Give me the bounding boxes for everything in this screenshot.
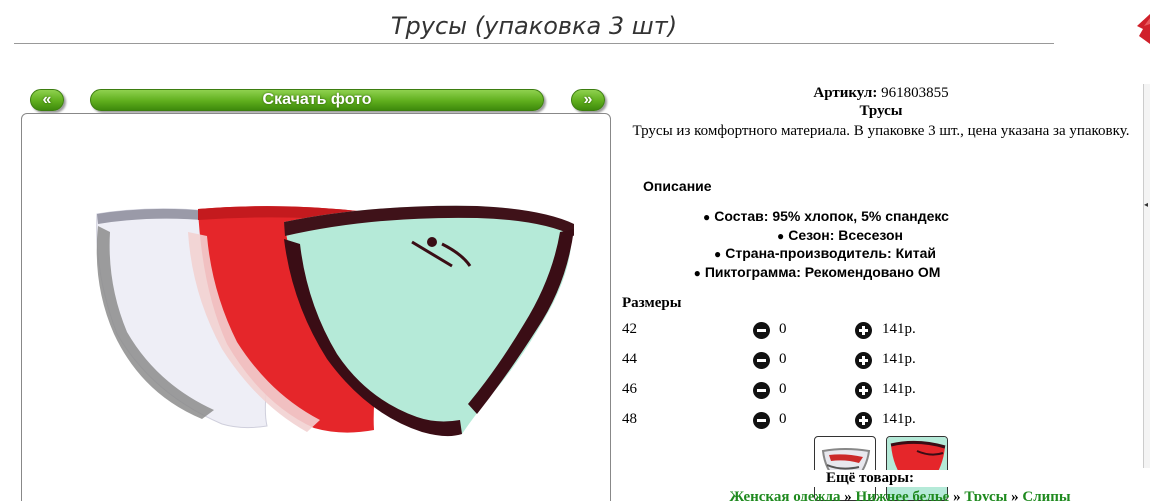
- bullet-icon: ●: [703, 210, 711, 224]
- size-label: 44: [622, 351, 637, 367]
- title-divider: [14, 43, 1054, 44]
- feature-text: Состав: 95% хлопок, 5% спандекс: [714, 208, 949, 224]
- breadcrumb-separator: »: [844, 489, 852, 501]
- bullet-icon: ●: [693, 265, 701, 280]
- page-title: Трусы (упаковка 3 шт): [390, 12, 678, 40]
- next-photo-button[interactable]: »: [571, 89, 605, 111]
- feature-text: Страна-производитель: Китай: [725, 245, 936, 261]
- scrollbar[interactable]: [1143, 84, 1150, 468]
- feature-item: ● Пиктограмма: Рекомендовано ОМ: [622, 264, 1140, 283]
- feature-list: ● Состав: 95% хлопок, 5% спандекс ● Сезон:…: [622, 208, 1140, 282]
- description-heading: Описание: [643, 178, 712, 194]
- size-label: 42: [622, 321, 637, 337]
- quantity-value: 0: [779, 351, 787, 367]
- size-label: 46: [622, 381, 637, 397]
- sku-value: 961803855: [881, 85, 949, 101]
- product-name: Трусы: [859, 103, 903, 119]
- plus-icon[interactable]: [855, 322, 872, 339]
- scroll-arrow-icon[interactable]: ◂: [1144, 200, 1148, 209]
- quantity-value: 0: [779, 381, 787, 397]
- product-image: [96, 205, 574, 437]
- breadcrumb-separator: »: [1011, 489, 1019, 501]
- breadcrumb-link[interactable]: Женская одежда: [729, 489, 840, 501]
- plus-icon[interactable]: [855, 412, 872, 429]
- feature-item: ● Страна-производитель: Китай: [622, 245, 1140, 264]
- price-value: 141р.: [882, 321, 916, 337]
- feature-item: ● Состав: 95% хлопок, 5% спандекс: [622, 208, 1140, 227]
- price-value: 141р.: [882, 381, 916, 397]
- breadcrumb-separator: »: [953, 489, 961, 501]
- size-row: 44 0 141р.: [622, 351, 1022, 371]
- sizes-heading: Размеры: [622, 295, 682, 311]
- plus-icon[interactable]: [855, 352, 872, 369]
- more-products-heading: Ещё товары:: [770, 470, 970, 487]
- size-row: 42 0 141р.: [622, 321, 1022, 341]
- sku-line: Артикул: 961803855: [622, 85, 1140, 102]
- price-value: 141р.: [882, 351, 916, 367]
- minus-icon[interactable]: [753, 322, 770, 339]
- size-label: 48: [622, 411, 637, 427]
- feature-text: Сезон: Всесезон: [788, 226, 903, 243]
- minus-icon[interactable]: [753, 382, 770, 399]
- quantity-value: 0: [779, 411, 787, 427]
- product-info: Артикул: 961803855 Трусы Трусы из комфор…: [622, 85, 1140, 142]
- bullet-icon: ●: [714, 247, 722, 261]
- prev-photo-button[interactable]: «: [30, 89, 64, 111]
- download-photo-button[interactable]: Скачать фото: [90, 89, 544, 111]
- quantity-value: 0: [779, 321, 787, 337]
- breadcrumb-link[interactable]: Слипы: [1022, 489, 1070, 501]
- breadcrumb: Женская одежда » Нижнее белье » Трусы » …: [700, 489, 1100, 501]
- product-description: Трусы из комфортного материала. В упаков…: [632, 123, 1130, 139]
- sku-label: Артикул:: [813, 85, 878, 101]
- feature-text: Пиктограмма: Рекомендовано ОМ: [704, 263, 941, 280]
- product-photo[interactable]: [21, 113, 611, 501]
- minus-icon[interactable]: [753, 412, 770, 429]
- bullet-icon: ●: [776, 228, 785, 243]
- price-value: 141р.: [882, 411, 916, 427]
- feature-item: ● Сезон: Всесезон: [622, 227, 1140, 246]
- plus-icon[interactable]: [855, 382, 872, 399]
- size-row: 48 0 141р.: [622, 411, 1022, 431]
- size-row: 46 0 141р.: [622, 381, 1022, 401]
- minus-icon[interactable]: [753, 352, 770, 369]
- breadcrumb-link[interactable]: Нижнее белье: [855, 489, 949, 501]
- logo-fragment-icon: [1137, 14, 1150, 44]
- breadcrumb-link[interactable]: Трусы: [964, 489, 1007, 501]
